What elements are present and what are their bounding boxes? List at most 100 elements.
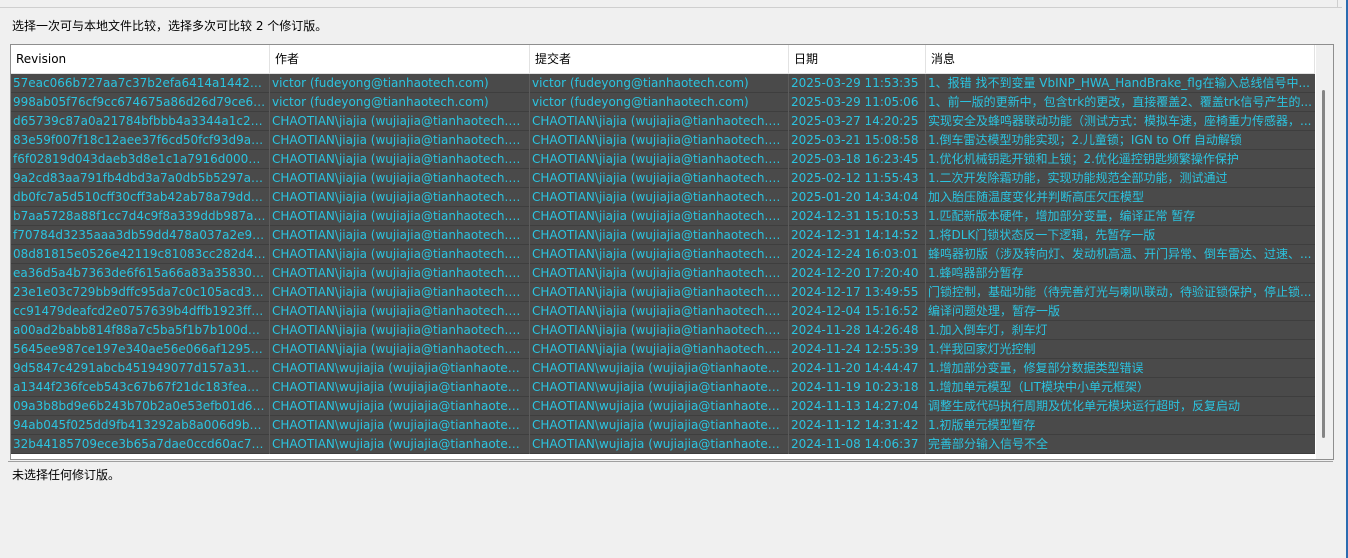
cell-message: 加入胎压随温度变化并判断高压欠压模型 [928, 190, 1145, 204]
column-header-revision[interactable]: Revision [11, 45, 270, 73]
cell-committer: CHAOTIAN\jiajia (wujiajia@tianhaotech.co… [530, 169, 789, 188]
cell-date: 2024-11-12 14:31:42 [789, 416, 926, 435]
top-divider [0, 0, 1342, 8]
table-row[interactable]: 08d81815e0526e42119c81083cc282d4458... CH… [11, 245, 1315, 264]
cell-date: 2024-12-24 16:03:01 [789, 245, 926, 264]
cell-revision: 09a3b8bd9e6b243b70b2a0e53efb01d677... [11, 397, 270, 416]
cell-committer: CHAOTIAN\wujiajia (wujiajia@tianhaotech.… [530, 416, 789, 435]
cell-revision: a1344f236fceb543c67b67f21dc183feade2... [11, 378, 270, 397]
table-row[interactable]: 23e1e03c729bb9dffc95da7c0c105acd38ae... C… [11, 283, 1315, 302]
table-row[interactable]: d65739c87a0a21784bfbbb4a3344a1c2868... CH… [11, 112, 1315, 131]
table-row[interactable]: 9d5847c4291abcb451949077d157a31357c... CH… [11, 359, 1315, 378]
cell-message: 1.加入倒车灯，刹车灯 [928, 323, 1048, 337]
table-row[interactable]: 09a3b8bd9e6b243b70b2a0e53efb01d677... CHA… [11, 397, 1315, 416]
table-row[interactable]: 83e59f007f18c12aee37f6cd50fcf93d9ae57...… [11, 131, 1315, 150]
cell-author: CHAOTIAN\jiajia (wujiajia@tianhaotech.co… [270, 283, 530, 302]
cell-message: 1.蜂鸣器部分暂存 [928, 266, 1024, 280]
cell-author: CHAOTIAN\jiajia (wujiajia@tianhaotech.co… [270, 112, 530, 131]
table-row[interactable]: a1344f236fceb543c67b67f21dc183feade2... C… [11, 378, 1315, 397]
cell-committer: CHAOTIAN\jiajia (wujiajia@tianhaotech.co… [530, 226, 789, 245]
table-row[interactable]: 5645ee987ce197e340ae56e066af12952677... C… [11, 340, 1315, 359]
cell-date: 2025-03-27 14:20:25 [789, 112, 926, 131]
column-header-message[interactable]: 消息 [926, 45, 1315, 73]
cell-committer: CHAOTIAN\jiajia (wujiajia@tianhaotech.co… [530, 302, 789, 321]
cell-revision: f6f02819d043daeb3d8e1c1a7916d00081cf... [11, 150, 270, 169]
cell-date: 2024-12-04 15:16:52 [789, 302, 926, 321]
cell-revision: 5645ee987ce197e340ae56e066af12952677... [11, 340, 270, 359]
cell-date: 2025-03-29 11:53:35 [789, 74, 926, 93]
cell-committer: victor (fudeyong@tianhaotech.com) [530, 74, 789, 93]
cell-revision: 998ab05f76cf9cc674675a86d26d79ce6c5d... [11, 93, 270, 112]
bottom-divider [8, 461, 1333, 462]
cell-author: CHAOTIAN\jiajia (wujiajia@tianhaotech.co… [270, 226, 530, 245]
cell-author: CHAOTIAN\jiajia (wujiajia@tianhaotech.co… [270, 245, 530, 264]
cell-revision: 57eac066b727aa7c37b2efa6414a1442931... [11, 74, 270, 93]
cell-revision: 32b44185709ece3b65a7dae0ccd60ac78a3... [11, 435, 270, 454]
cell-message: 1、报错 找不到变量 VbINP_HWA_HandBrake_flg在输入总线信… [928, 76, 1310, 90]
cell-committer: CHAOTIAN\jiajia (wujiajia@tianhaotech.co… [530, 321, 789, 340]
instruction-text: 选择一次可与本地文件比较，选择多次可比较 2 个修订版。 [12, 19, 328, 33]
cell-message: 1.二次开发除霜功能，实现功能规范全部功能，测试通过 [928, 171, 1228, 185]
table-row[interactable]: 32b44185709ece3b65a7dae0ccd60ac78a3... CH… [11, 435, 1315, 454]
table-row[interactable]: f70784d3235aaa3db59dd478a037a2e97a3... CH… [11, 226, 1315, 245]
table-row[interactable]: 9a2cd83aa791fb4dbd3a7a0db5b5297a30... CHA… [11, 169, 1315, 188]
table-row[interactable]: 94ab045f025dd9fb413292ab8a006d9bd1d... CH… [11, 416, 1315, 435]
cell-date: 2024-12-31 14:14:52 [789, 226, 926, 245]
cell-date: 2024-12-31 15:10:53 [789, 207, 926, 226]
cell-revision: ea36d5a4b7363de6f615a66a83a3583066e... [11, 264, 270, 283]
cell-committer: CHAOTIAN\wujiajia (wujiajia@tianhaotech.… [530, 378, 789, 397]
table-row[interactable]: cc91479deafcd2e0757639b4dffb1923ffd46...… [11, 302, 1315, 321]
cell-committer: CHAOTIAN\jiajia (wujiajia@tianhaotech.co… [530, 207, 789, 226]
cell-date: 2024-11-28 14:26:48 [789, 321, 926, 340]
table-row[interactable]: db0fc7a5d510cff30cff3ab42ab78a79dd0bf...… [11, 188, 1315, 207]
cell-date: 2024-12-20 17:20:40 [789, 264, 926, 283]
cell-message: 1.将DLK门锁状态反一下逻辑，先暂存一版 [928, 228, 1156, 242]
cell-author: CHAOTIAN\jiajia (wujiajia@tianhaotech.co… [270, 169, 530, 188]
vertical-scrollbar[interactable] [1316, 45, 1333, 459]
cell-author: CHAOTIAN\jiajia (wujiajia@tianhaotech.co… [270, 207, 530, 226]
cell-revision: cc91479deafcd2e0757639b4dffb1923ffd46... [11, 302, 270, 321]
cell-revision: d65739c87a0a21784bfbbb4a3344a1c2868... [11, 112, 270, 131]
table-row[interactable]: 57eac066b727aa7c37b2efa6414a1442931... vi… [11, 74, 1315, 93]
scrollbar-thumb[interactable] [1322, 90, 1325, 438]
table-row[interactable]: f6f02819d043daeb3d8e1c1a7916d00081cf... C… [11, 150, 1315, 169]
cell-author: CHAOTIAN\jiajia (wujiajia@tianhaotech.co… [270, 150, 530, 169]
revision-log-table[interactable]: Revision 作者 提交者 日期 消息 57eac066b727aa7c37… [10, 44, 1334, 460]
cell-date: 2024-11-08 14:06:37 [789, 435, 926, 454]
cell-revision: 23e1e03c729bb9dffc95da7c0c105acd38ae... [11, 283, 270, 302]
table-row[interactable]: ea36d5a4b7363de6f615a66a83a3583066e... CH… [11, 264, 1315, 283]
table-row[interactable]: 998ab05f76cf9cc674675a86d26d79ce6c5d... v… [11, 93, 1315, 112]
column-header-date[interactable]: 日期 [789, 45, 926, 73]
table-row[interactable]: a00ad2babb814f88a7c5ba5f1b7b100da8d... CH… [11, 321, 1315, 340]
cell-message: 完善部分输入信号不全 [928, 437, 1049, 451]
cell-committer: CHAOTIAN\jiajia (wujiajia@tianhaotech.co… [530, 245, 789, 264]
cell-date: 2024-11-20 14:44:47 [789, 359, 926, 378]
cell-message: 1.倒车雷达模型功能实现；2.儿童锁；IGN to Off 自动解锁 [928, 133, 1242, 147]
selection-status: 未选择任何修订版。 [12, 468, 121, 482]
cell-message: 1.增加部分变量，修复部分数据类型错误 [928, 361, 1144, 375]
cell-revision: db0fc7a5d510cff30cff3ab42ab78a79dd0bf... [11, 188, 270, 207]
cell-committer: CHAOTIAN\wujiajia (wujiajia@tianhaotech.… [530, 397, 789, 416]
column-header-author[interactable]: 作者 [270, 45, 530, 73]
cell-date: 2024-12-17 13:49:55 [789, 283, 926, 302]
cell-author: CHAOTIAN\wujiajia (wujiajia@tianhaotech.… [270, 397, 530, 416]
cell-committer: CHAOTIAN\jiajia (wujiajia@tianhaotech.co… [530, 112, 789, 131]
column-header-committer[interactable]: 提交者 [530, 45, 789, 73]
cell-author: CHAOTIAN\jiajia (wujiajia@tianhaotech.co… [270, 321, 530, 340]
cell-date: 2025-03-21 15:08:58 [789, 131, 926, 150]
revision-log-dialog: 选择一次可与本地文件比较，选择多次可比较 2 个修订版。 Revision 作者… [0, 0, 1348, 558]
cell-date: 2025-02-12 11:55:43 [789, 169, 926, 188]
table-row[interactable]: b7aa5728a88f1cc7d4c9f8a339ddb987a598... C… [11, 207, 1315, 226]
cell-author: CHAOTIAN\wujiajia (wujiajia@tianhaotech.… [270, 378, 530, 397]
cell-author: CHAOTIAN\wujiajia (wujiajia@tianhaotech.… [270, 359, 530, 378]
cell-message: 实现安全及蜂鸣器联动功能（测试方式：模拟车速，座椅重力传感器，... [928, 114, 1312, 128]
cell-message: 1、前一版的更新中，包含trk的更改，直接覆盖2、覆盖trk信号产生的... [928, 95, 1312, 109]
cell-date: 2025-03-29 11:05:06 [789, 93, 926, 112]
cell-committer: CHAOTIAN\jiajia (wujiajia@tianhaotech.co… [530, 283, 789, 302]
cell-message: 调整生成代码执行周期及优化单元模块运行超时，反复启动 [928, 399, 1241, 413]
cell-author: CHAOTIAN\wujiajia (wujiajia@tianhaotech.… [270, 435, 530, 454]
cell-message: 1.初版单元模型暂存 [928, 418, 1036, 432]
cell-author: victor (fudeyong@tianhaotech.com) [270, 74, 530, 93]
cell-committer: CHAOTIAN\jiajia (wujiajia@tianhaotech.co… [530, 150, 789, 169]
cell-message: 门锁控制，基础功能（待完善灯光与喇叭联动，待验证锁保护，停止锁... [928, 285, 1312, 299]
